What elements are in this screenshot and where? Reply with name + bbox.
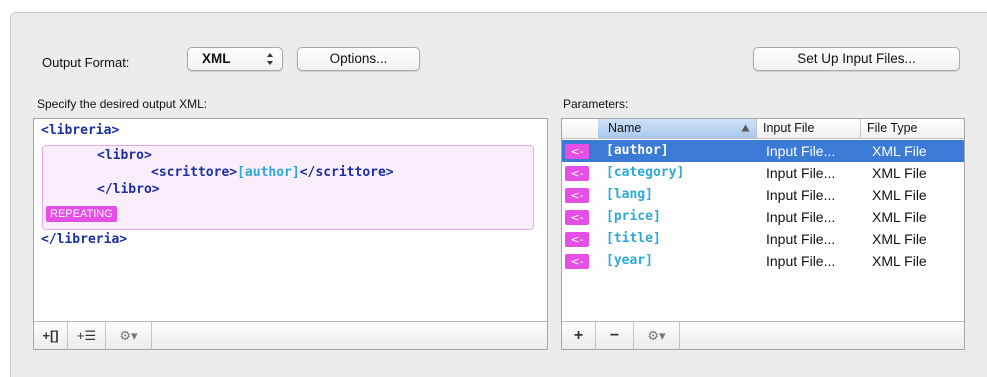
xml-inner-open: <scrittore> <box>151 165 238 180</box>
gear-icon[interactable]: ⚙▾ <box>634 322 680 349</box>
param-input-file[interactable]: Input File... <box>766 228 835 250</box>
set-up-input-files-button[interactable]: Set Up Input Files... <box>753 47 960 71</box>
add-placeholder-button[interactable]: +[] <box>34 322 68 349</box>
param-input-file[interactable]: Input File... <box>766 206 835 228</box>
param-file-type: XML File <box>872 209 927 225</box>
column-name[interactable]: Name <box>598 119 756 138</box>
repeating-block[interactable]: <libro> <scrittore>[author]</scrittore> … <box>42 145 534 230</box>
output-format-label: Output Format: <box>42 55 130 70</box>
xml-child-close: </libro> <box>97 182 160 197</box>
param-name: [year] <box>606 253 653 268</box>
options-button[interactable]: Options... <box>297 47 420 71</box>
xml-child-open: <libro> <box>97 148 152 163</box>
xml-editor[interactable]: <libreria> <libro> <scrittore>[author]</… <box>33 118 548 350</box>
parameters-table: Name Input File File Type <- [author] In… <box>561 118 965 350</box>
table-header: Name Input File File Type <box>562 119 964 139</box>
table-row[interactable]: <- [year] Input File... XML File <box>562 250 964 272</box>
parameters-toolbar: + − ⚙▾ <box>562 321 964 349</box>
param-file-type: XML File <box>872 143 927 159</box>
xml-param-author[interactable]: [author] <box>237 165 300 180</box>
table-row[interactable]: <- [category] Input File... XML File <box>562 162 964 184</box>
column-input-file[interactable]: Input File <box>756 119 860 138</box>
sort-ascending-icon <box>741 124 750 132</box>
gear-icon[interactable]: ⚙▾ <box>106 322 152 349</box>
add-list-button[interactable]: +☰ <box>68 322 106 349</box>
insert-arrow-button[interactable]: <- <box>565 188 589 203</box>
output-format-select[interactable]: XML <box>187 47 283 71</box>
table-row[interactable]: <- [lang] Input File... XML File <box>562 184 964 206</box>
xml-inner-close: </scrittore> <box>299 165 394 180</box>
param-file-type: XML File <box>872 231 927 247</box>
xml-panel-heading: Specify the desired output XML: <box>37 97 208 111</box>
xml-root-close: </libreria> <box>41 232 128 247</box>
insert-arrow-button[interactable]: <- <box>565 254 589 269</box>
param-name: [author] <box>606 143 669 158</box>
insert-arrow-button[interactable]: <- <box>565 232 589 247</box>
insert-arrow-button[interactable]: <- <box>565 166 589 181</box>
param-file-type: XML File <box>872 187 927 203</box>
param-file-type: XML File <box>872 253 927 269</box>
xml-toolbar: +[] +☰ ⚙▾ <box>34 321 547 349</box>
param-name: [category] <box>606 165 685 180</box>
xml-root-open: <libreria> <box>41 123 120 138</box>
add-parameter-button[interactable]: + <box>562 322 596 349</box>
param-input-file[interactable]: Input File... <box>766 184 835 206</box>
insert-arrow-button[interactable]: <- <box>565 144 589 159</box>
param-input-file[interactable]: Input File... <box>766 162 835 184</box>
param-input-file[interactable]: Input File... <box>766 250 835 272</box>
repeating-badge[interactable]: REPEATING <box>46 206 117 222</box>
column-file-type[interactable]: File Type <box>860 119 966 138</box>
remove-parameter-button[interactable]: − <box>596 322 634 349</box>
param-name: [lang] <box>606 187 653 202</box>
table-row[interactable]: <- [title] Input File... XML File <box>562 228 964 250</box>
column-name-label: Name <box>608 121 642 135</box>
param-file-type: XML File <box>872 165 927 181</box>
table-row[interactable]: <- [author] Input File... XML File <box>562 140 964 162</box>
xml-inner-line: <scrittore>[author]</scrittore> <box>151 165 394 180</box>
table-row[interactable]: <- [price] Input File... XML File <box>562 206 964 228</box>
param-input-file[interactable]: Input File... <box>766 140 835 162</box>
param-name: [title] <box>606 231 661 246</box>
insert-arrow-button[interactable]: <- <box>565 210 589 225</box>
output-format-value: XML <box>202 51 231 66</box>
param-name: [price] <box>606 209 661 224</box>
select-stepper-icon <box>266 51 274 67</box>
parameters-heading: Parameters: <box>563 97 629 111</box>
